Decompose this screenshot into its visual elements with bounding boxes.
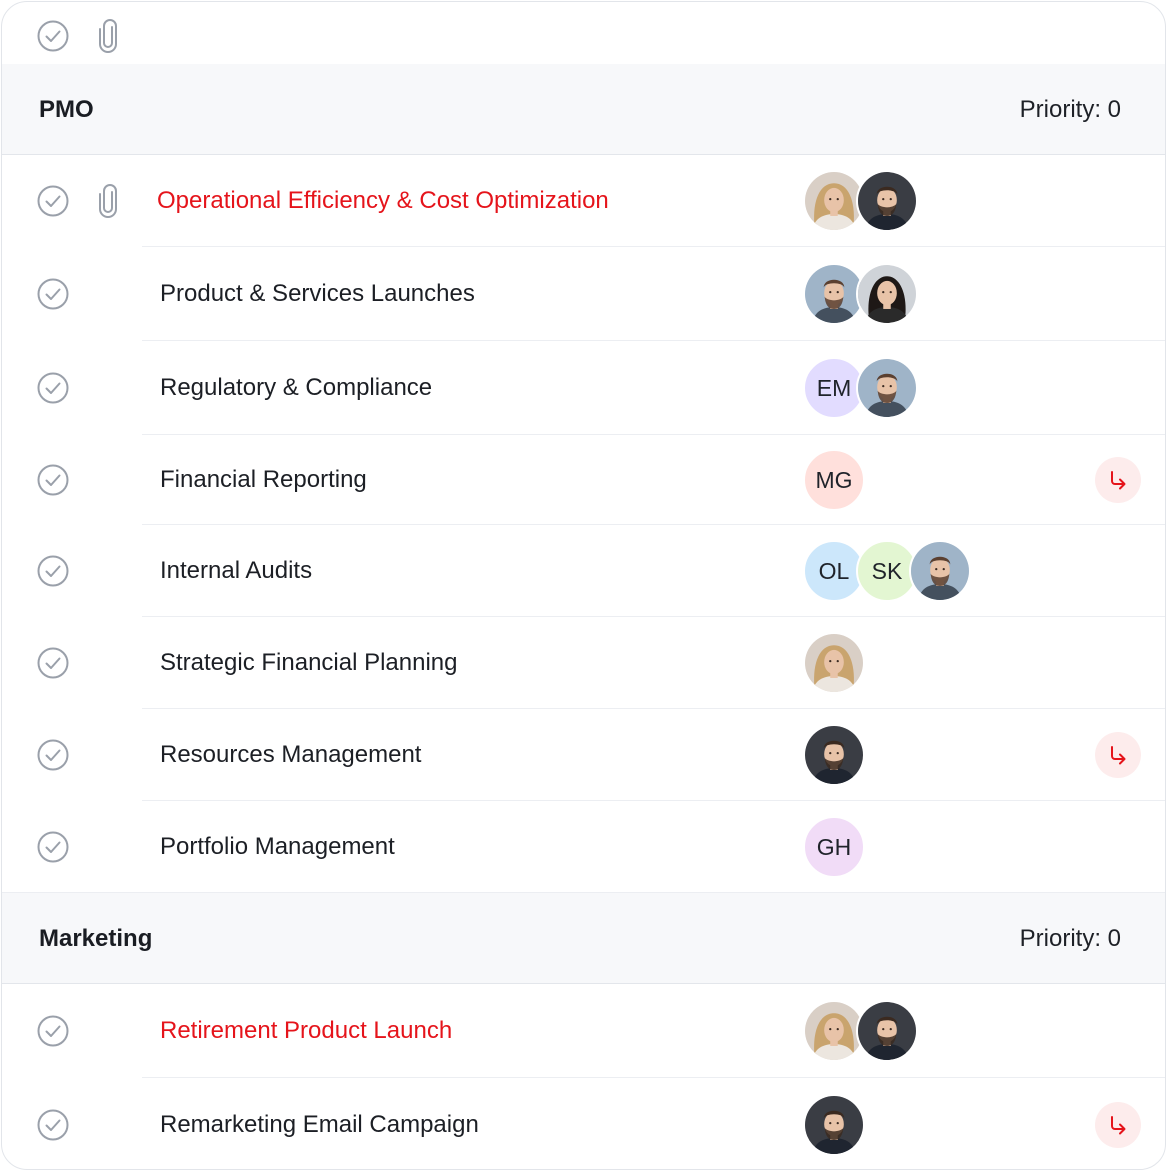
task-title[interactable]: Remarketing Email Campaign — [160, 1111, 479, 1139]
group-header: PMO Priority: 0 — [2, 64, 1165, 155]
toolbar — [2, 2, 1165, 65]
subtask-button[interactable] — [1095, 1102, 1141, 1148]
task-row[interactable]: Retirement Product Launch — [2, 984, 1165, 1078]
check-circle-icon[interactable] — [36, 830, 70, 869]
avatar[interactable] — [856, 170, 918, 232]
check-circle-icon[interactable] — [36, 1108, 70, 1147]
task-title[interactable]: Financial Reporting — [160, 466, 367, 494]
check-circle-icon[interactable] — [36, 554, 70, 593]
task-title[interactable]: Retirement Product Launch — [160, 1017, 452, 1045]
avatar[interactable] — [803, 632, 865, 694]
task-title[interactable]: Product & Services Launches — [160, 280, 475, 308]
check-circle-icon[interactable] — [36, 277, 70, 316]
task-row[interactable]: Regulatory & Compliance EM — [2, 341, 1165, 435]
paperclip-icon[interactable] — [95, 19, 121, 58]
check-circle-icon[interactable] — [36, 463, 70, 502]
group-title: PMO — [39, 96, 94, 123]
avatar[interactable]: GH — [803, 816, 865, 878]
group-header: Marketing Priority: 0 — [2, 893, 1165, 984]
task-title[interactable]: Regulatory & Compliance — [160, 374, 432, 402]
check-circle-icon[interactable] — [36, 738, 70, 777]
task-title[interactable]: Internal Audits — [160, 557, 312, 585]
check-circle-icon[interactable] — [36, 19, 70, 58]
avatar[interactable] — [909, 540, 971, 602]
subtask-button[interactable] — [1095, 732, 1141, 778]
group-priority: Priority: 0 — [1019, 96, 1121, 123]
task-row[interactable]: Resources Management — [2, 709, 1165, 801]
check-circle-icon[interactable] — [36, 184, 70, 223]
check-circle-icon[interactable] — [36, 371, 70, 410]
task-row[interactable]: Portfolio Management GH — [2, 801, 1165, 893]
group-priority: Priority: 0 — [1019, 925, 1121, 952]
task-title[interactable]: Strategic Financial Planning — [160, 649, 458, 677]
avatar[interactable] — [856, 357, 918, 419]
task-list-card: PMO Priority: 0 Operational Efficiency & C… — [1, 1, 1166, 1170]
avatar[interactable]: MG — [803, 449, 865, 511]
subtask-button[interactable] — [1095, 457, 1141, 503]
group-title: Marketing — [39, 925, 153, 952]
task-row[interactable]: Strategic Financial Planning — [2, 617, 1165, 709]
paperclip-icon[interactable] — [95, 184, 121, 223]
task-title[interactable]: Portfolio Management — [160, 833, 395, 861]
task-row[interactable]: Operational Efficiency & Cost Optimizati… — [2, 155, 1165, 247]
avatar[interactable] — [856, 263, 918, 325]
task-title[interactable]: Operational Efficiency & Cost Optimizati… — [157, 187, 609, 215]
task-row[interactable]: Remarketing Email Campaign — [2, 1078, 1165, 1169]
check-circle-icon[interactable] — [36, 646, 70, 685]
avatar[interactable] — [856, 1000, 918, 1062]
avatar[interactable] — [803, 724, 865, 786]
subtask-arrow-icon — [1107, 1114, 1129, 1136]
avatar[interactable] — [803, 1094, 865, 1156]
task-row[interactable]: Financial Reporting MG — [2, 435, 1165, 525]
task-row[interactable]: Product & Services Launches — [2, 247, 1165, 341]
check-circle-icon[interactable] — [36, 1014, 70, 1053]
subtask-arrow-icon — [1107, 469, 1129, 491]
subtask-arrow-icon — [1107, 744, 1129, 766]
task-title[interactable]: Resources Management — [160, 741, 421, 769]
task-row[interactable]: Internal Audits OL SK — [2, 525, 1165, 617]
